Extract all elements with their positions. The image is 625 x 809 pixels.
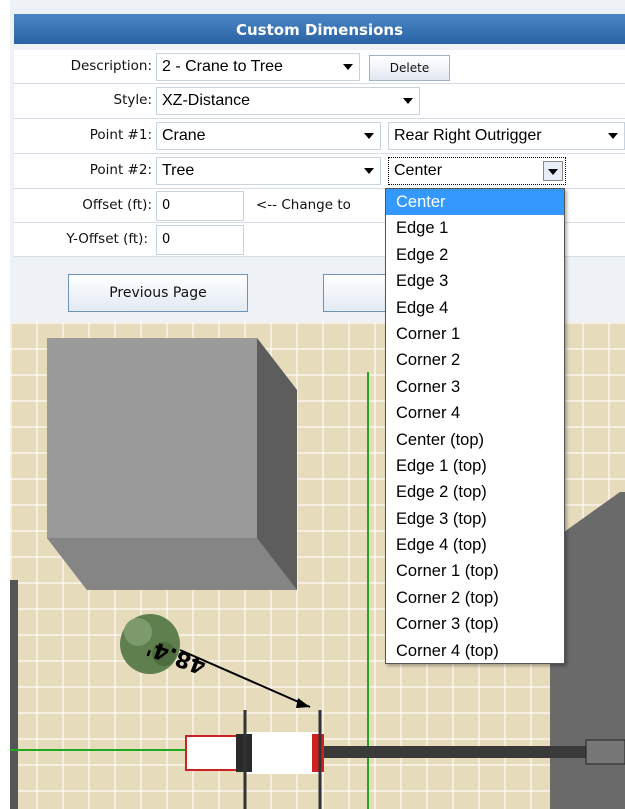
point1-location-select[interactable]: Rear Right Outrigger bbox=[388, 122, 625, 150]
description-label: Description: bbox=[70, 58, 152, 74]
next-page-button[interactable] bbox=[323, 274, 393, 312]
point2-location-value: Center bbox=[394, 162, 443, 179]
style-value: XZ-Distance bbox=[162, 92, 251, 109]
dropdown-option[interactable]: Center bbox=[386, 189, 564, 216]
dropdown-option[interactable]: Edge 2 (top) bbox=[386, 479, 564, 505]
chevron-down-icon bbox=[608, 133, 618, 139]
panel-title: Custom Dimensions bbox=[14, 14, 625, 44]
dropdown-option[interactable]: Corner 3 (top) bbox=[386, 611, 564, 637]
point1-row: Point #1: Crane Rear Right Outrigger bbox=[14, 119, 625, 154]
location-dropdown-list[interactable]: Center Edge 1 Edge 2 Edge 3 Edge 4 Corner 1 Co… bbox=[385, 188, 565, 664]
point1-label: Point #1: bbox=[89, 127, 152, 143]
offset-input[interactable]: 0 bbox=[156, 191, 244, 221]
dropdown-option[interactable]: Corner 1 bbox=[386, 321, 564, 347]
building-left-roof bbox=[47, 338, 257, 538]
description-row: Description: 2 - Crane to Tree Delete bbox=[14, 50, 625, 84]
dropdown-option[interactable]: Corner 2 (top) bbox=[386, 585, 564, 611]
style-label: Style: bbox=[113, 92, 152, 108]
delete-button[interactable]: Delete bbox=[369, 55, 450, 81]
previous-page-button[interactable]: Previous Page bbox=[68, 274, 248, 312]
description-select[interactable]: 2 - Crane to Tree bbox=[156, 53, 360, 81]
dropdown-option[interactable]: Edge 3 bbox=[386, 268, 564, 294]
crane-boom-tip bbox=[585, 739, 625, 765]
chevron-down-icon bbox=[364, 168, 374, 174]
point1-object-value: Crane bbox=[162, 127, 206, 144]
dropdown-option[interactable]: Corner 4 (top) bbox=[386, 638, 564, 664]
building-left-south-face bbox=[47, 538, 297, 590]
offset-hint: <-- Change to bbox=[256, 197, 351, 213]
point2-object-select[interactable]: Tree bbox=[156, 157, 381, 185]
y-offset-input[interactable]: 0 bbox=[156, 225, 244, 255]
dropdown-option[interactable]: Corner 2 bbox=[386, 347, 564, 373]
style-select[interactable]: XZ-Distance bbox=[156, 87, 420, 115]
dropdown-option[interactable]: Edge 1 bbox=[386, 215, 564, 241]
point1-object-select[interactable]: Crane bbox=[156, 122, 381, 150]
point1-location-value: Rear Right Outrigger bbox=[394, 127, 542, 144]
offset-label: Offset (ft): bbox=[82, 197, 152, 213]
dropdown-option[interactable]: Corner 4 bbox=[386, 400, 564, 426]
chevron-down-icon bbox=[403, 98, 413, 104]
point2-location-select[interactable]: Center bbox=[388, 157, 566, 185]
dropdown-option[interactable]: Edge 3 (top) bbox=[386, 506, 564, 532]
dropdown-option[interactable]: Corner 1 (top) bbox=[386, 558, 564, 584]
dimension-arrowhead bbox=[296, 698, 310, 708]
left-wall-edge bbox=[10, 580, 18, 809]
style-row: Style: XZ-Distance bbox=[14, 84, 625, 119]
description-value: 2 - Crane to Tree bbox=[162, 58, 283, 75]
point2-row: Point #2: Tree Center bbox=[14, 154, 625, 189]
tree-highlight bbox=[124, 618, 152, 646]
crane-outrigger-front bbox=[312, 734, 324, 772]
crane-carrier-rear bbox=[185, 735, 245, 771]
dropdown-option[interactable]: Edge 1 (top) bbox=[386, 453, 564, 479]
dropdown-option[interactable]: Edge 4 (top) bbox=[386, 532, 564, 558]
crane-boom bbox=[324, 746, 625, 758]
dropdown-option[interactable]: Edge 2 bbox=[386, 242, 564, 268]
y-offset-label: Y-Offset (ft): bbox=[66, 231, 148, 247]
dropdown-option[interactable]: Corner 3 bbox=[386, 374, 564, 400]
dropdown-option[interactable]: Edge 4 bbox=[386, 295, 564, 321]
chevron-down-icon bbox=[364, 133, 374, 139]
dropdown-toggle[interactable] bbox=[543, 161, 563, 181]
point2-label: Point #2: bbox=[89, 162, 152, 178]
chevron-down-icon bbox=[548, 169, 558, 175]
point2-object-value: Tree bbox=[162, 162, 195, 179]
chevron-down-icon bbox=[343, 64, 353, 70]
dropdown-option[interactable]: Center (top) bbox=[386, 427, 564, 453]
